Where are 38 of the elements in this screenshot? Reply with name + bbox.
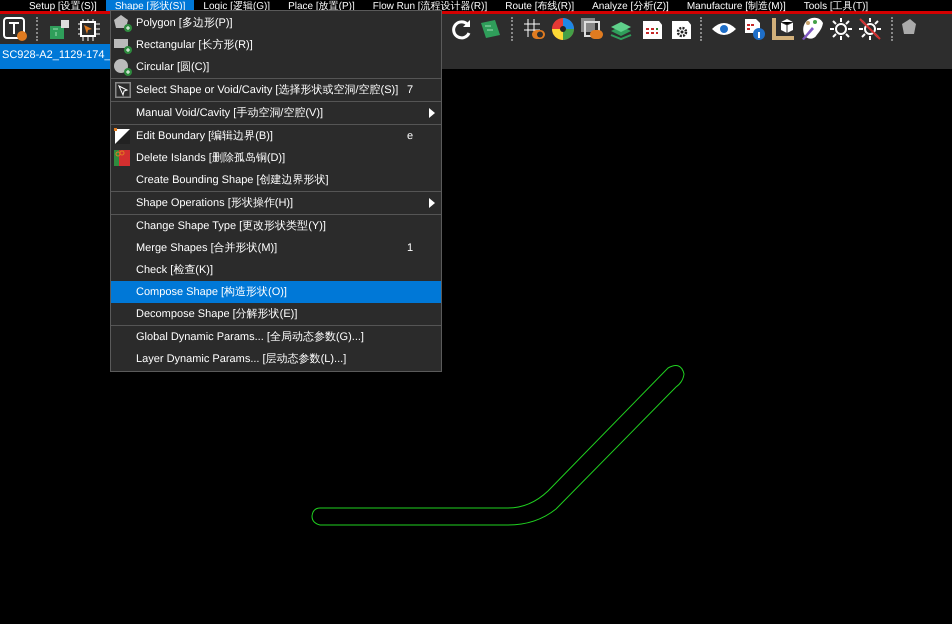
menu-item[interactable]: Check [检查(K)] [111,259,441,281]
menu-item[interactable]: Change Shape Type [更改形状类型(Y)] [111,215,441,237]
menu-item[interactable]: Compose Shape [构造形状(O)] [111,281,441,303]
menu-item[interactable]: Edit Boundary [编辑边界(B)] e [111,125,441,147]
menu-item[interactable]: Merge Shapes [合并形状(M)] 1 [111,237,441,259]
document-info-icon[interactable] [742,17,766,41]
menu-bar-item[interactable]: Setup [设置(S)] [20,0,106,11]
menu-item[interactable]: Decompose Shape [分解形状(E)] [111,303,441,325]
board-icon[interactable] [47,17,71,41]
brightness-off-icon[interactable] [858,17,882,41]
rectangle-add-icon [113,36,133,54]
text-tool-icon[interactable] [3,17,27,41]
brightness-icon[interactable] [829,17,853,41]
board-icon[interactable] [478,17,502,41]
menu-item[interactable]: Circular [圆(C)] [111,56,441,78]
menu-item[interactable]: Shape Operations [形状操作(H)] [111,192,441,214]
menu-bar-item[interactable]: Tools [工具(T)] [794,0,878,11]
color-wheel-icon[interactable] [551,17,575,41]
menu-item[interactable]: Create Bounding Shape [创建边界形状] [111,169,441,191]
menu-bar-item[interactable]: Manufacture [制造(M)] [678,0,795,11]
menu-item[interactable]: Manual Void/Cavity [手动空洞/空腔(V)] [111,102,441,124]
circle-add-icon [113,58,133,76]
menu-item[interactable]: Layer Dynamic Params... [层动态参数(L)...] [111,348,441,370]
menu-item[interactable]: Select Shape or Void/Cavity [选择形状或空洞/空腔(S)] 7 [111,79,441,101]
menu-bar-item[interactable]: Analyze [分析(Z)] [583,0,678,11]
grid-toggle-icon[interactable] [522,17,546,41]
polygon-add-icon [113,14,133,32]
palette-icon[interactable] [800,17,824,41]
menu-item[interactable]: Global Dynamic Params... [全局动态参数(G)...] [111,326,441,348]
document-tab[interactable]: SC928-A2_1129-174_ [0,44,113,69]
menu-bar-item[interactable]: Route [布线(R)] [496,0,584,11]
ruler-cube-icon[interactable] [771,17,795,41]
menu-item[interactable]: Delete Islands [删除孤岛铜(D)] [111,147,441,169]
boundary-edit-icon [113,127,133,145]
chip-cursor-icon[interactable] [76,17,100,41]
menu-item[interactable]: Rectangular [长方形(R)] [111,34,441,56]
island-delete-icon [113,149,133,167]
window-toggle-icon[interactable] [580,17,604,41]
